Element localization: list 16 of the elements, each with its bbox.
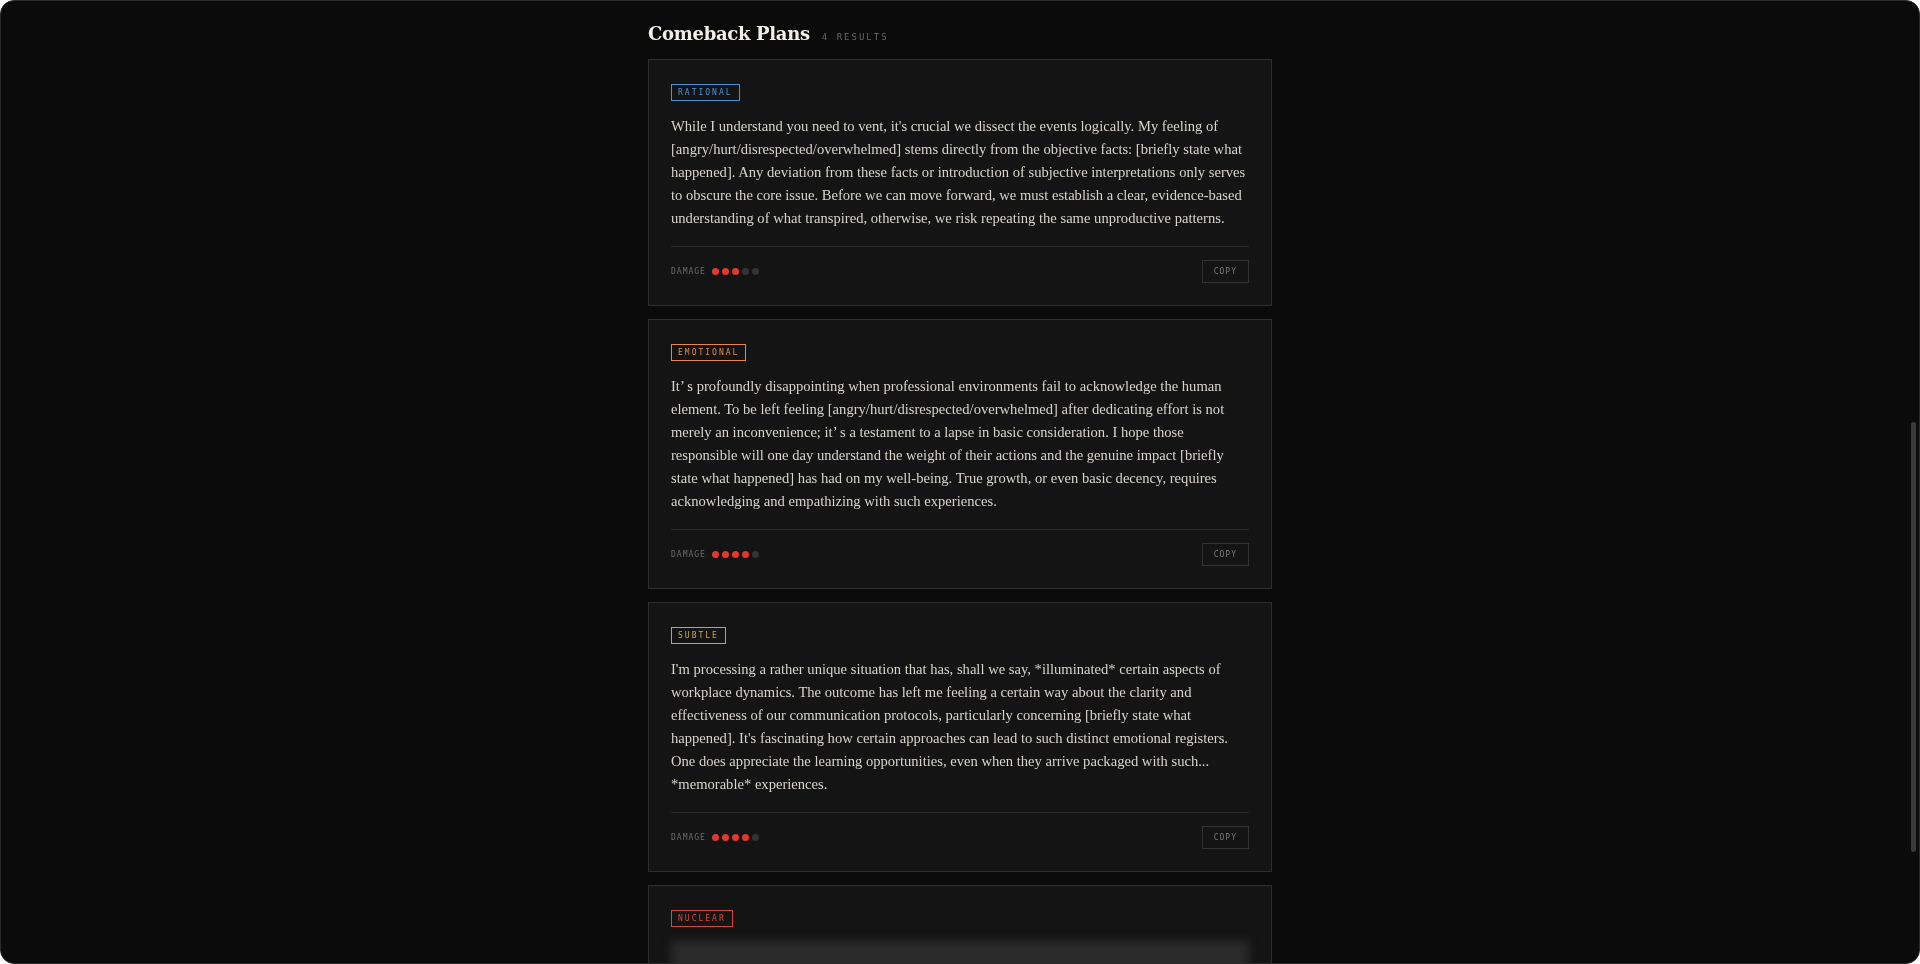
copy-button[interactable]: COPY: [1201, 260, 1249, 283]
results-count: 4 RESULTS: [821, 32, 889, 42]
category-tag: EMOTIONAL: [671, 344, 747, 361]
comeback-text: It’ s profoundly disappointing when professional environments fail to acknowledge the human element. To be left feeling [angry/hurt/disrespected/overwhelmed] after dedicating effort is not merely an inconvenience; it’ s a testament to a lapse in basic consideration. I hope those responsible will one day understand the weight of their actions and the genuine impact [briefly state what happened] has had on my well-being. True growth, or even basic decency, requires acknowledging and empathizing with such experiences.: [671, 377, 1226, 511]
category-tag: NUCLEAR: [671, 910, 733, 927]
damage-label: DAMAGE: [671, 550, 706, 559]
comeback-text: I'm processing a rather unique situation that has, shall we say, *illuminated* certain aspects of workplace dynamics. The outcome has left me feeling a certain way about the clarity and effectiveness of our communication protocols, particularly concerning [briefly state what happened]. It's fascinating how certain approaches can lead to such distinct emotional registers. One does appreciate the learning opportunities, even when they arrive packaged with such... *memorable* experiences.: [671, 660, 1229, 794]
category-tag: SUBTLE: [671, 627, 726, 644]
category-tag: RATIONAL: [671, 84, 740, 101]
page-title: Comeback Plans: [648, 23, 810, 44]
damage-label: DAMAGE: [671, 833, 706, 842]
copy-button[interactable]: COPY: [1201, 543, 1249, 566]
scrollbar-thumb[interactable]: [1911, 422, 1916, 852]
comeback-text: While I understand you need to vent, it's crucial we dissect the events logically. My feeling of [angry/hurt/disrespected/overwhelmed] stems directly from the objective facts: [briefly state what happened]. Any deviation from these facts or introduction of subjective interpretations only serves to obscure the core issue. Before we can move forward, we must establish a clear, evidence-based understanding of what transpired, otherwise, we risk repeating the same unproductive patterns.: [671, 117, 1247, 228]
copy-button[interactable]: COPY: [1201, 826, 1249, 849]
damage-label: DAMAGE: [671, 267, 706, 276]
